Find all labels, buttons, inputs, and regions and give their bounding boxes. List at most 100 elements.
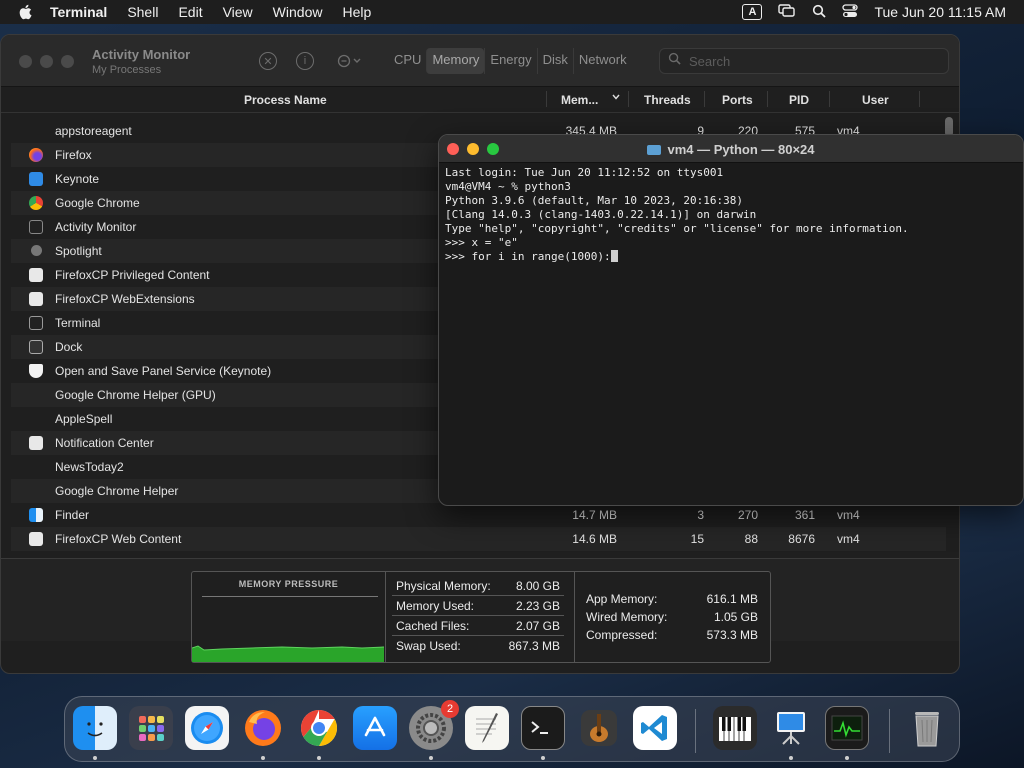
running-indicator [789,756,793,760]
chrome-icon[interactable] [297,706,341,750]
garageband-icon[interactable] [577,706,621,750]
running-indicator [541,756,545,760]
process-memory: 14.7 MB [572,508,617,522]
keynote-icon [29,172,43,186]
memory-stats-secondary: App Memory: 616.1 MB Wired Memory: 1.05 GB… [582,590,762,644]
column-process-name[interactable]: Process Name [244,93,327,107]
minimize-button[interactable] [40,55,53,68]
terminal-output[interactable]: Last login: Tue Jun 20 11:12:52 on ttys0… [439,163,1023,267]
stat-physical-memory: Physical Memory: 8.00 GB [392,576,564,596]
close-button[interactable] [19,55,32,68]
more-options-icon[interactable] [335,52,365,70]
process-table-header: Process Name Mem... Threads Ports PID Us… [1,87,959,113]
column-divider [919,91,920,107]
search-field[interactable] [659,48,949,74]
app-store-icon[interactable] [353,706,397,750]
terminal-titlebar: vm4 — Python — 80×24 [439,135,1023,163]
menu-app-terminal[interactable]: Terminal [50,4,107,20]
textedit-icon[interactable] [465,706,509,750]
menu-edit[interactable]: Edit [178,4,202,20]
screen-mirroring-icon[interactable] [778,3,796,21]
stat-label: Wired Memory: [586,610,668,624]
tab-energy[interactable]: Energy [484,48,536,74]
stat-value: 8.00 GB [515,578,560,593]
stat-cached-files: Cached Files: 2.07 GB [392,616,564,636]
menu-help[interactable]: Help [342,4,371,20]
memory-pressure-chart [192,645,384,662]
stat-value: 573.3 MB [706,628,758,642]
process-threads: 3 [697,508,704,522]
sort-chevron-down-icon[interactable] [611,91,621,105]
running-indicator [429,756,433,760]
process-name: appstoreagent [55,124,132,138]
tab-disk[interactable]: Disk [536,48,573,74]
terminal-line: Python 3.9.6 (default, Mar 10 2023, 20:1… [445,194,744,207]
stat-value: 1.05 GB [713,610,758,624]
tab-network[interactable]: Network [572,48,632,74]
memory-pressure-label: MEMORY PRESSURE [238,579,339,589]
notification-badge: 2 [441,700,459,718]
tab-memory[interactable]: Memory [426,48,485,74]
process-threads: 15 [690,532,704,546]
stat-label: Cached Files: [396,618,470,633]
terminal-line: vm4@VM4 ~ % python3 [445,180,571,193]
safari-icon[interactable] [185,706,229,750]
column-user[interactable]: User [862,93,889,107]
process-name: Notification Center [55,436,154,450]
stat-memory-used: Memory Used: 2.23 GB [392,596,564,616]
search-icon [668,52,681,70]
window-title: Activity Monitor My Processes [92,47,190,76]
column-pid[interactable]: PID [789,93,809,107]
keynote-icon[interactable] [769,706,813,750]
menu-clock[interactable]: Tue Jun 20 11:15 AM [874,4,1006,20]
control-center-icon[interactable] [842,3,859,21]
firefox-icon [29,148,43,162]
table-row[interactable]: FirefoxCP Web Content 14.6 MB 15 88 8676… [11,527,946,551]
process-user: vm4 [837,532,860,546]
graph-baseline [202,596,378,597]
stat-app-memory: App Memory: 616.1 MB [582,590,762,608]
shield-icon [29,364,43,378]
trash-icon[interactable] [905,706,949,750]
column-threads[interactable]: Threads [644,93,691,107]
column-ports[interactable]: Ports [722,93,753,107]
terminal-line: Last login: Tue Jun 20 11:12:52 on ttys0… [445,166,724,179]
running-indicator [93,756,97,760]
menu-shell[interactable]: Shell [127,4,158,20]
column-divider [767,91,768,107]
search-input[interactable] [689,53,919,69]
firefox-icon[interactable] [241,706,285,750]
process-name: Google Chrome Helper (GPU) [55,388,216,402]
info-icon[interactable]: i [296,52,314,70]
menu-window[interactable]: Window [273,4,323,20]
vscode-icon[interactable] [633,706,677,750]
app-title: Activity Monitor [92,47,191,62]
app-subtitle: My Processes [92,64,162,76]
process-name: Activity Monitor [55,220,137,234]
piano-icon[interactable] [713,706,757,750]
finder-icon [29,508,43,522]
table-row[interactable]: Finder 14.7 MB 3 270 361 vm4 [11,503,946,527]
dock-icon [29,340,43,354]
launchpad-icon[interactable] [129,706,173,750]
activity-monitor-icon [29,220,43,234]
stat-swap-used: Swap Used: 867.3 MB [392,636,564,656]
spotlight-search-icon[interactable] [812,4,827,21]
terminal-icon[interactable] [521,706,565,750]
stat-wired-memory: Wired Memory: 1.05 GB [582,608,762,626]
finder-icon[interactable] [73,706,117,750]
activity-monitor-icon[interactable] [825,706,869,750]
apple-menu-icon[interactable] [18,4,36,20]
stop-process-icon[interactable]: ✕ [259,52,277,70]
tab-cpu[interactable]: CPU [389,48,426,74]
terminal-title-text: vm4 — Python — 80×24 [667,142,815,157]
system-settings-icon[interactable]: 2 [409,700,459,750]
input-source-icon[interactable]: A [742,4,763,20]
process-pid: 361 [794,508,815,522]
stat-compressed: Compressed: 573.3 MB [582,626,762,644]
menu-view[interactable]: View [223,4,253,20]
column-memory[interactable]: Mem... [561,93,598,107]
process-name: FirefoxCP WebExtensions [55,292,195,306]
process-ports: 270 [737,508,758,522]
zoom-button[interactable] [61,55,74,68]
